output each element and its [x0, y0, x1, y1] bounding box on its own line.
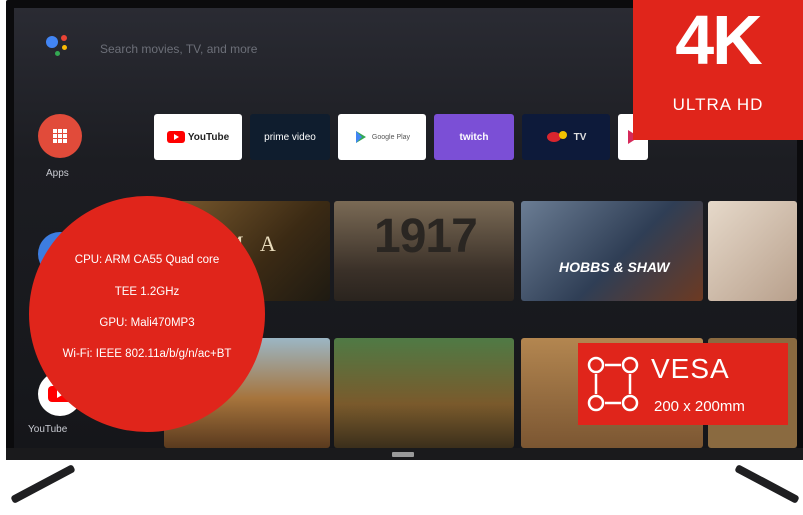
google-assistant-icon[interactable]: [42, 32, 76, 60]
app-tile-label: TV: [573, 131, 587, 143]
google-play-icon: [355, 131, 366, 143]
content-thumbnail[interactable]: [708, 201, 797, 301]
spec-circle: CPU: ARM CA55 Quad core TEE 1.2GHz GPU: …: [29, 196, 265, 432]
app-tile-redbull-tv[interactable]: TV: [522, 114, 610, 160]
vesa-mount-icon: [587, 356, 639, 412]
spec-wifi: Wi-Fi: IEEE 802.11a/b/g/n/ac+BT: [62, 348, 232, 360]
vesa-size: 200 x 200mm: [654, 398, 745, 415]
content-thumbnail[interactable]: [334, 338, 514, 448]
app-tile-twitch[interactable]: twitch: [434, 114, 514, 160]
youtube-channel-label: YouTube: [28, 424, 68, 435]
youtube-logo-icon: [166, 131, 185, 143]
tv-stand-right: [734, 464, 800, 504]
content-thumbnail[interactable]: HOBBS & SHAW: [521, 201, 703, 301]
vesa-badge: VESA 200 x 200mm: [578, 343, 788, 425]
app-tile-youtube[interactable]: YouTube: [154, 114, 242, 160]
grid-icon: [53, 129, 67, 143]
app-tile-label: prime video: [264, 131, 316, 143]
app-tile-prime-video[interactable]: prime video: [250, 114, 330, 160]
apps-label: Apps: [46, 168, 69, 179]
search-input[interactable]: Search movies, TV, and more: [100, 42, 257, 56]
thumbnail-title: HOBBS & SHAW: [559, 259, 670, 275]
app-tile-label: YouTube: [187, 131, 230, 143]
apps-button[interactable]: [38, 114, 82, 158]
app-tile-label: twitch: [459, 131, 489, 143]
vesa-title: VESA: [651, 353, 730, 384]
tv-brand-logo: [392, 452, 414, 457]
spec-cpu: CPU: ARM CA55 Quad core: [74, 254, 220, 266]
thumbnail-title: 1917: [374, 210, 478, 263]
app-tile-label: Google Play: [371, 133, 411, 141]
4k-label: 4K: [675, 1, 762, 79]
4k-ultra-hd-badge: 4K ULTRA HD: [633, 0, 803, 140]
redbull-icon: [546, 131, 567, 142]
spec-gpu: GPU: Mali470MP3: [99, 317, 195, 329]
tv-stand-left: [10, 464, 76, 504]
content-thumbnail[interactable]: 1917: [334, 201, 514, 301]
spec-tee: TEE 1.2GHz: [114, 286, 180, 298]
ultra-hd-label: ULTRA HD: [672, 95, 764, 114]
app-tile-google-play[interactable]: Google Play: [338, 114, 426, 160]
